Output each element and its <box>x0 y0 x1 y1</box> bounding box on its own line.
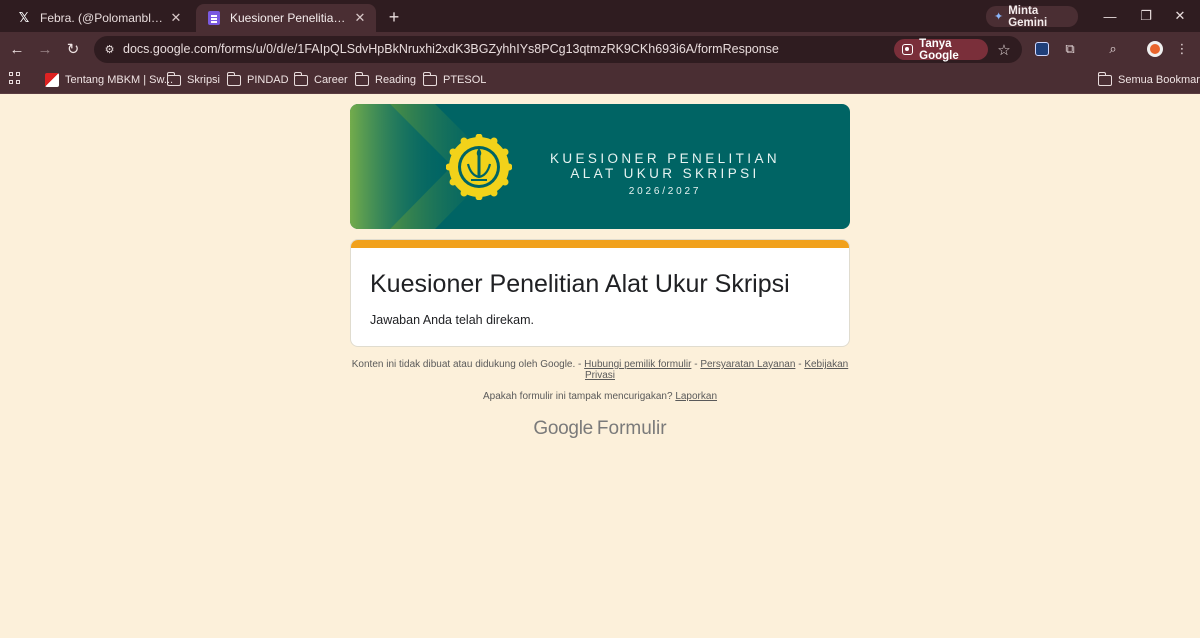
folder-icon <box>354 71 369 86</box>
bookmark-folder-pindad[interactable]: PINDAD <box>226 71 289 89</box>
bookmarks-bar: Tentang MBKM | Sw... Skripsi PINDAD Care… <box>0 66 1200 94</box>
terms-link[interactable]: Persyaratan Layanan <box>700 359 795 370</box>
site-info-icon[interactable]: ⚙ <box>102 42 117 57</box>
form-title: Kuesioner Penelitian Alat Ukur Skripsi <box>370 270 790 298</box>
lens-icon <box>902 44 914 55</box>
bookmark-label: Semua Bookmark <box>1118 74 1200 86</box>
bookmark-folder-career[interactable]: Career <box>293 71 348 89</box>
bookmark-folder-ptesol[interactable]: PTESOL <box>422 71 487 89</box>
separator: - <box>798 359 802 370</box>
x-logo-icon: 𝕏 <box>18 10 30 26</box>
tab-title: Febra. (@Polomanbleu) / X <box>40 11 164 25</box>
close-window-button[interactable]: ✕ <box>1168 6 1192 26</box>
report-link[interactable]: Laporkan <box>675 391 717 402</box>
new-tab-button[interactable]: + <box>384 7 404 27</box>
browser-toolbar: ← → ↻ ⚙ docs.google.com/forms/u/0/d/e/1F… <box>0 32 1200 66</box>
minimize-button[interactable]: — <box>1098 6 1122 26</box>
disclaimer-text: Konten ini tidak dibuat atau didukung ol… <box>351 359 582 370</box>
response-recorded-message: Jawaban Anda telah direkam. <box>370 313 534 327</box>
gemini-button[interactable]: ✦ Minta Gemini <box>986 4 1078 29</box>
folder-icon <box>226 71 241 86</box>
folder-icon <box>1097 71 1112 86</box>
bookmark-star-icon[interactable]: ☆ <box>994 40 1014 60</box>
separator: - <box>694 359 698 370</box>
tab-x-profile[interactable]: 𝕏 Febra. (@Polomanbleu) / X ✕ <box>6 4 192 32</box>
suspicious-text: Apakah formulir ini tampak mencurigakan? <box>482 391 673 402</box>
tab-search-icon[interactable]: ⌕ <box>1103 39 1123 59</box>
url-text[interactable]: docs.google.com/forms/u/0/d/e/1FAIpQLSdv… <box>123 42 779 56</box>
folder-icon <box>422 71 437 86</box>
all-bookmarks-folder[interactable]: Semua Bookmark <box>1097 71 1200 89</box>
google-forms-icon <box>206 10 222 26</box>
browser-tab-strip: 𝕏 Febra. (@Polomanbleu) / X ✕ Kuesioner … <box>0 0 1200 32</box>
bookmark-label: PINDAD <box>247 74 289 86</box>
extensions-puzzle-icon[interactable]: ⧉ <box>1060 39 1080 59</box>
report-prompt: Apakah formulir ini tampak mencurigakan?… <box>350 391 850 402</box>
banner-title-line1: KUESIONER PENELITIAN <box>549 151 781 166</box>
tab-google-form[interactable]: Kuesioner Penelitian Alat Ukur Skripsi ✕ <box>196 4 376 32</box>
banner-title-line2: ALAT UKUR SKRIPSI <box>570 166 760 181</box>
contact-owner-link[interactable]: Hubungi pemilik formulir <box>584 359 691 370</box>
forward-button[interactable]: → <box>35 39 55 59</box>
form-response-card: Kuesioner Penelitian Alat Ukur Skripsi J… <box>350 239 850 347</box>
gemini-sparkle-icon: ✦ <box>994 11 1004 23</box>
bookmark-label: Career <box>314 74 348 86</box>
bookmark-label: Skripsi <box>187 74 221 86</box>
close-tab-icon[interactable]: ✕ <box>352 10 368 26</box>
apps-grid-icon[interactable] <box>9 72 21 84</box>
gemini-label: Minta Gemini <box>1008 4 1048 29</box>
close-tab-icon[interactable]: ✕ <box>168 10 184 26</box>
tanya-google-label: Tanya Google <box>919 37 959 62</box>
profile-avatar[interactable] <box>1145 39 1165 59</box>
reload-button[interactable]: ↻ <box>63 39 83 59</box>
folder-icon <box>293 71 308 86</box>
card-accent-bar <box>351 240 849 248</box>
bookmark-mbkm[interactable]: Tentang MBKM | Sw... <box>45 71 173 89</box>
bookmark-label: PTESOL <box>443 74 487 86</box>
form-header-banner: KUESIONER PENELITIAN ALAT UKUR SKRIPSI 2… <box>350 104 850 229</box>
restore-button[interactable]: ❐ <box>1134 6 1158 26</box>
bookmark-folder-skripsi[interactable]: Skripsi <box>166 71 221 89</box>
google-forms-logo[interactable]: Google Formulir <box>350 418 850 440</box>
unj-logo-icon <box>446 134 512 200</box>
tanya-google-button[interactable]: Tanya Google <box>894 37 988 62</box>
bookmark-folder-reading[interactable]: Reading <box>354 71 416 89</box>
mbkm-favicon <box>45 73 59 87</box>
extension-shield-icon[interactable] <box>1032 39 1052 59</box>
banner-year: 2026/2027 <box>628 186 702 197</box>
folder-icon <box>166 71 181 86</box>
footer-disclaimer: Konten ini tidak dibuat atau didukung ol… <box>350 359 850 381</box>
google-wordmark: Google <box>533 418 593 439</box>
tab-title: Kuesioner Penelitian Alat Ukur Skripsi <box>230 11 348 25</box>
address-bar[interactable]: ⚙ docs.google.com/forms/u/0/d/e/1FAIpQLS… <box>94 36 1022 63</box>
formulir-wordmark: Formulir <box>596 418 667 439</box>
bookmark-label: Reading <box>375 74 416 86</box>
bookmark-label: Tentang MBKM | Sw... <box>65 74 174 86</box>
back-button[interactable]: ← <box>7 39 27 59</box>
menu-kebab-icon[interactable]: ⋮ <box>1172 39 1192 59</box>
